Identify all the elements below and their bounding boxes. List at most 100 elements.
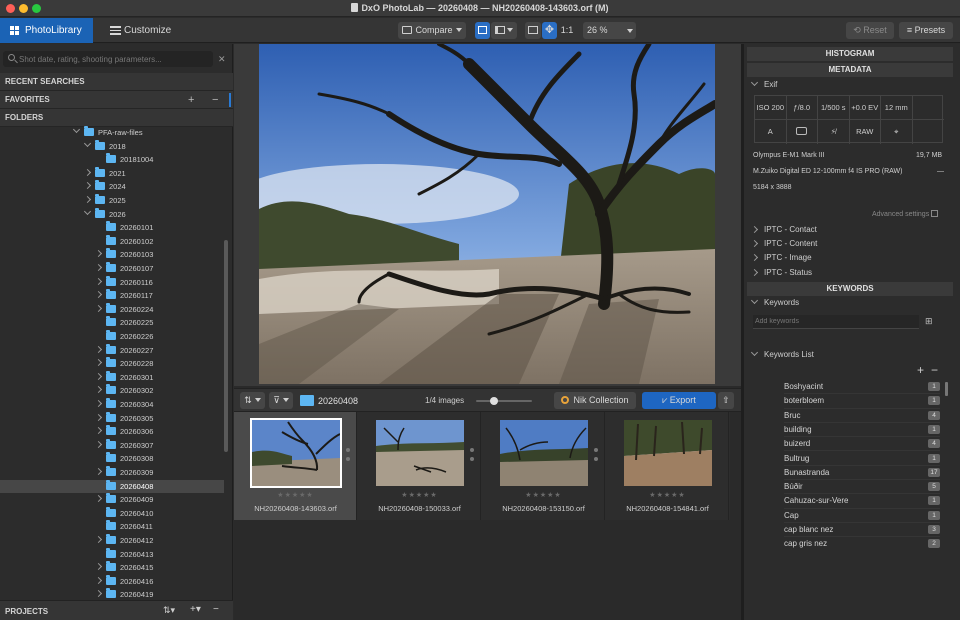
folder-item[interactable]: 20260117 — [0, 289, 224, 303]
rating-stars[interactable]: ★★★★★ — [482, 491, 605, 499]
exif-section-toggle[interactable]: Exif — [750, 78, 777, 89]
chevron-right-icon[interactable] — [94, 372, 103, 380]
keyword-item[interactable]: Bruc 4 — [784, 409, 940, 423]
chevron-right-icon[interactable] — [94, 576, 103, 584]
chevron-down-icon[interactable] — [72, 126, 81, 134]
thumbnail[interactable]: ★★★★★ NH20260408-154841.orf — [606, 412, 729, 520]
fit-screen-button[interactable] — [525, 22, 541, 39]
keyword-item[interactable]: cap blanc nez 3 — [784, 523, 940, 538]
chevron-down-icon[interactable] — [83, 207, 92, 215]
zoom-select[interactable]: 26 % — [583, 22, 636, 39]
metadata-header[interactable]: METADATA — [747, 63, 953, 77]
folder-item[interactable]: 20260224 — [0, 302, 224, 317]
folders-header[interactable]: FOLDERS — [0, 109, 233, 127]
folder-item[interactable]: 20260228 — [0, 357, 224, 371]
chevron-right-icon[interactable] — [94, 291, 103, 299]
keyword-tree-icon[interactable]: ⊞ — [925, 316, 933, 327]
folder-item[interactable]: PFA-raw-files — [0, 126, 224, 140]
move-tool-button[interactable]: ✥ — [542, 22, 557, 39]
sort-icon[interactable]: ⇅▾ — [163, 605, 175, 616]
iptc-image-toggle[interactable]: IPTC - Image — [750, 253, 812, 262]
folder-item[interactable]: 20260416 — [0, 574, 224, 589]
keywords-header[interactable]: KEYWORDS — [747, 282, 953, 296]
chevron-right-icon[interactable] — [94, 386, 103, 394]
clear-search-icon[interactable]: ✕ — [218, 54, 226, 65]
main-photo[interactable] — [259, 44, 715, 384]
keywords-section-toggle[interactable]: Keywords — [750, 296, 799, 307]
folder-item[interactable]: 20260227 — [0, 343, 224, 358]
iptc-content-toggle[interactable]: IPTC - Content — [750, 239, 817, 248]
folder-item[interactable]: 2025 — [0, 194, 224, 208]
iptc-contact-toggle[interactable]: IPTC - Contact — [750, 225, 817, 234]
folder-item[interactable]: 20260305 — [0, 411, 224, 426]
add-keyword-icon[interactable]: + — [917, 363, 924, 377]
chevron-right-icon[interactable] — [94, 304, 103, 312]
keyword-item[interactable]: boterbloem 1 — [784, 394, 940, 409]
folder-item[interactable]: 20260103 — [0, 248, 224, 262]
projects-header[interactable]: PROJECTS ⇅▾ +▾ − — [0, 600, 233, 620]
chevron-right-icon[interactable] — [94, 359, 103, 367]
sort-button[interactable]: ⇅ — [240, 392, 265, 409]
chevron-right-icon[interactable] — [94, 277, 103, 285]
add-project-icon[interactable]: +▾ — [190, 604, 201, 615]
split-view-button[interactable] — [491, 22, 517, 39]
folder-item[interactable]: 20260309 — [0, 466, 224, 480]
folder-item[interactable]: 20260306 — [0, 425, 224, 439]
recent-searches-header[interactable]: RECENT SEARCHES — [0, 73, 233, 91]
chevron-right-icon[interactable] — [94, 440, 103, 448]
add-keywords-input[interactable] — [753, 315, 919, 329]
folder-item[interactable]: 20260410 — [0, 506, 224, 521]
chevron-right-icon[interactable] — [94, 563, 103, 571]
keyword-item[interactable]: Bunastranda 17 — [784, 466, 940, 481]
chevron-right-icon[interactable] — [94, 495, 103, 503]
folder-item[interactable]: 2024 — [0, 180, 224, 194]
thumbnail[interactable]: ★★★★★ NH20260408-150033.orf — [358, 412, 481, 520]
folder-item[interactable]: 20260308 — [0, 452, 224, 466]
chevron-right-icon[interactable] — [94, 263, 103, 272]
tab-customize[interactable]: Customize — [94, 18, 194, 43]
keyword-item[interactable]: cap gris nez 2 — [784, 537, 940, 550]
chevron-right-icon[interactable] — [94, 250, 103, 258]
chevron-right-icon[interactable] — [94, 345, 103, 353]
remove-project-icon[interactable]: − — [213, 604, 219, 615]
folder-item[interactable]: 20260116 — [0, 275, 224, 290]
export-button[interactable]: ⩗ Export — [642, 392, 716, 409]
compare-button[interactable]: Compare — [398, 22, 466, 39]
folder-item[interactable]: 20260413 — [0, 547, 224, 562]
remove-keyword-icon[interactable]: − — [931, 363, 938, 377]
thumbnail[interactable]: ★★★★★ NH20260408-143603.orf — [234, 412, 357, 520]
tab-photolibrary[interactable]: PhotoLibrary — [0, 18, 93, 43]
thumbnail-size-slider[interactable] — [476, 397, 532, 405]
folder-item[interactable]: 20260307 — [0, 438, 224, 453]
keyword-item[interactable]: buizerd 4 — [784, 437, 940, 452]
favorites-header[interactable]: FAVORITES + − — [0, 91, 233, 109]
add-favorite-icon[interactable]: + — [188, 91, 194, 109]
keyword-list-scrollbar[interactable] — [945, 382, 948, 396]
reset-button[interactable]: ⟲ Reset — [846, 22, 894, 39]
folder-item[interactable]: 20260409 — [0, 493, 224, 507]
chevron-right-icon[interactable] — [94, 427, 103, 435]
iptc-status-toggle[interactable]: IPTC - Status — [750, 268, 812, 277]
folder-item[interactable]: 20260301 — [0, 370, 224, 385]
folder-item[interactable]: 20260226 — [0, 330, 224, 344]
keyword-item[interactable]: building 1 — [784, 423, 940, 438]
chevron-right-icon[interactable] — [94, 590, 103, 598]
folder-item[interactable]: 20260408 — [0, 479, 224, 494]
chevron-right-icon[interactable] — [94, 413, 103, 421]
histogram-header[interactable]: HISTOGRAM — [747, 47, 953, 61]
folder-item[interactable]: 2018 — [0, 139, 224, 154]
remove-favorite-icon[interactable]: − — [212, 91, 218, 109]
keyword-item[interactable]: Cap 1 — [784, 509, 940, 523]
thumbnail[interactable]: ★★★★★ NH20260408-153150.orf — [482, 412, 605, 520]
folder-item[interactable]: 20260101 — [0, 221, 224, 235]
folder-item[interactable]: 20260411 — [0, 520, 224, 534]
chevron-right-icon[interactable] — [94, 467, 103, 476]
chevron-right-icon[interactable] — [83, 195, 92, 204]
folder-item[interactable]: 20260412 — [0, 534, 224, 548]
ratio-1to1-button[interactable]: 1:1 — [558, 22, 576, 39]
rating-stars[interactable]: ★★★★★ — [606, 491, 729, 499]
keyword-item[interactable]: Boshyacint 1 — [784, 380, 940, 395]
folder-tree-scrollbar[interactable] — [224, 240, 228, 452]
nik-collection-button[interactable]: Nik Collection — [554, 392, 636, 409]
chevron-down-icon[interactable] — [83, 139, 92, 147]
